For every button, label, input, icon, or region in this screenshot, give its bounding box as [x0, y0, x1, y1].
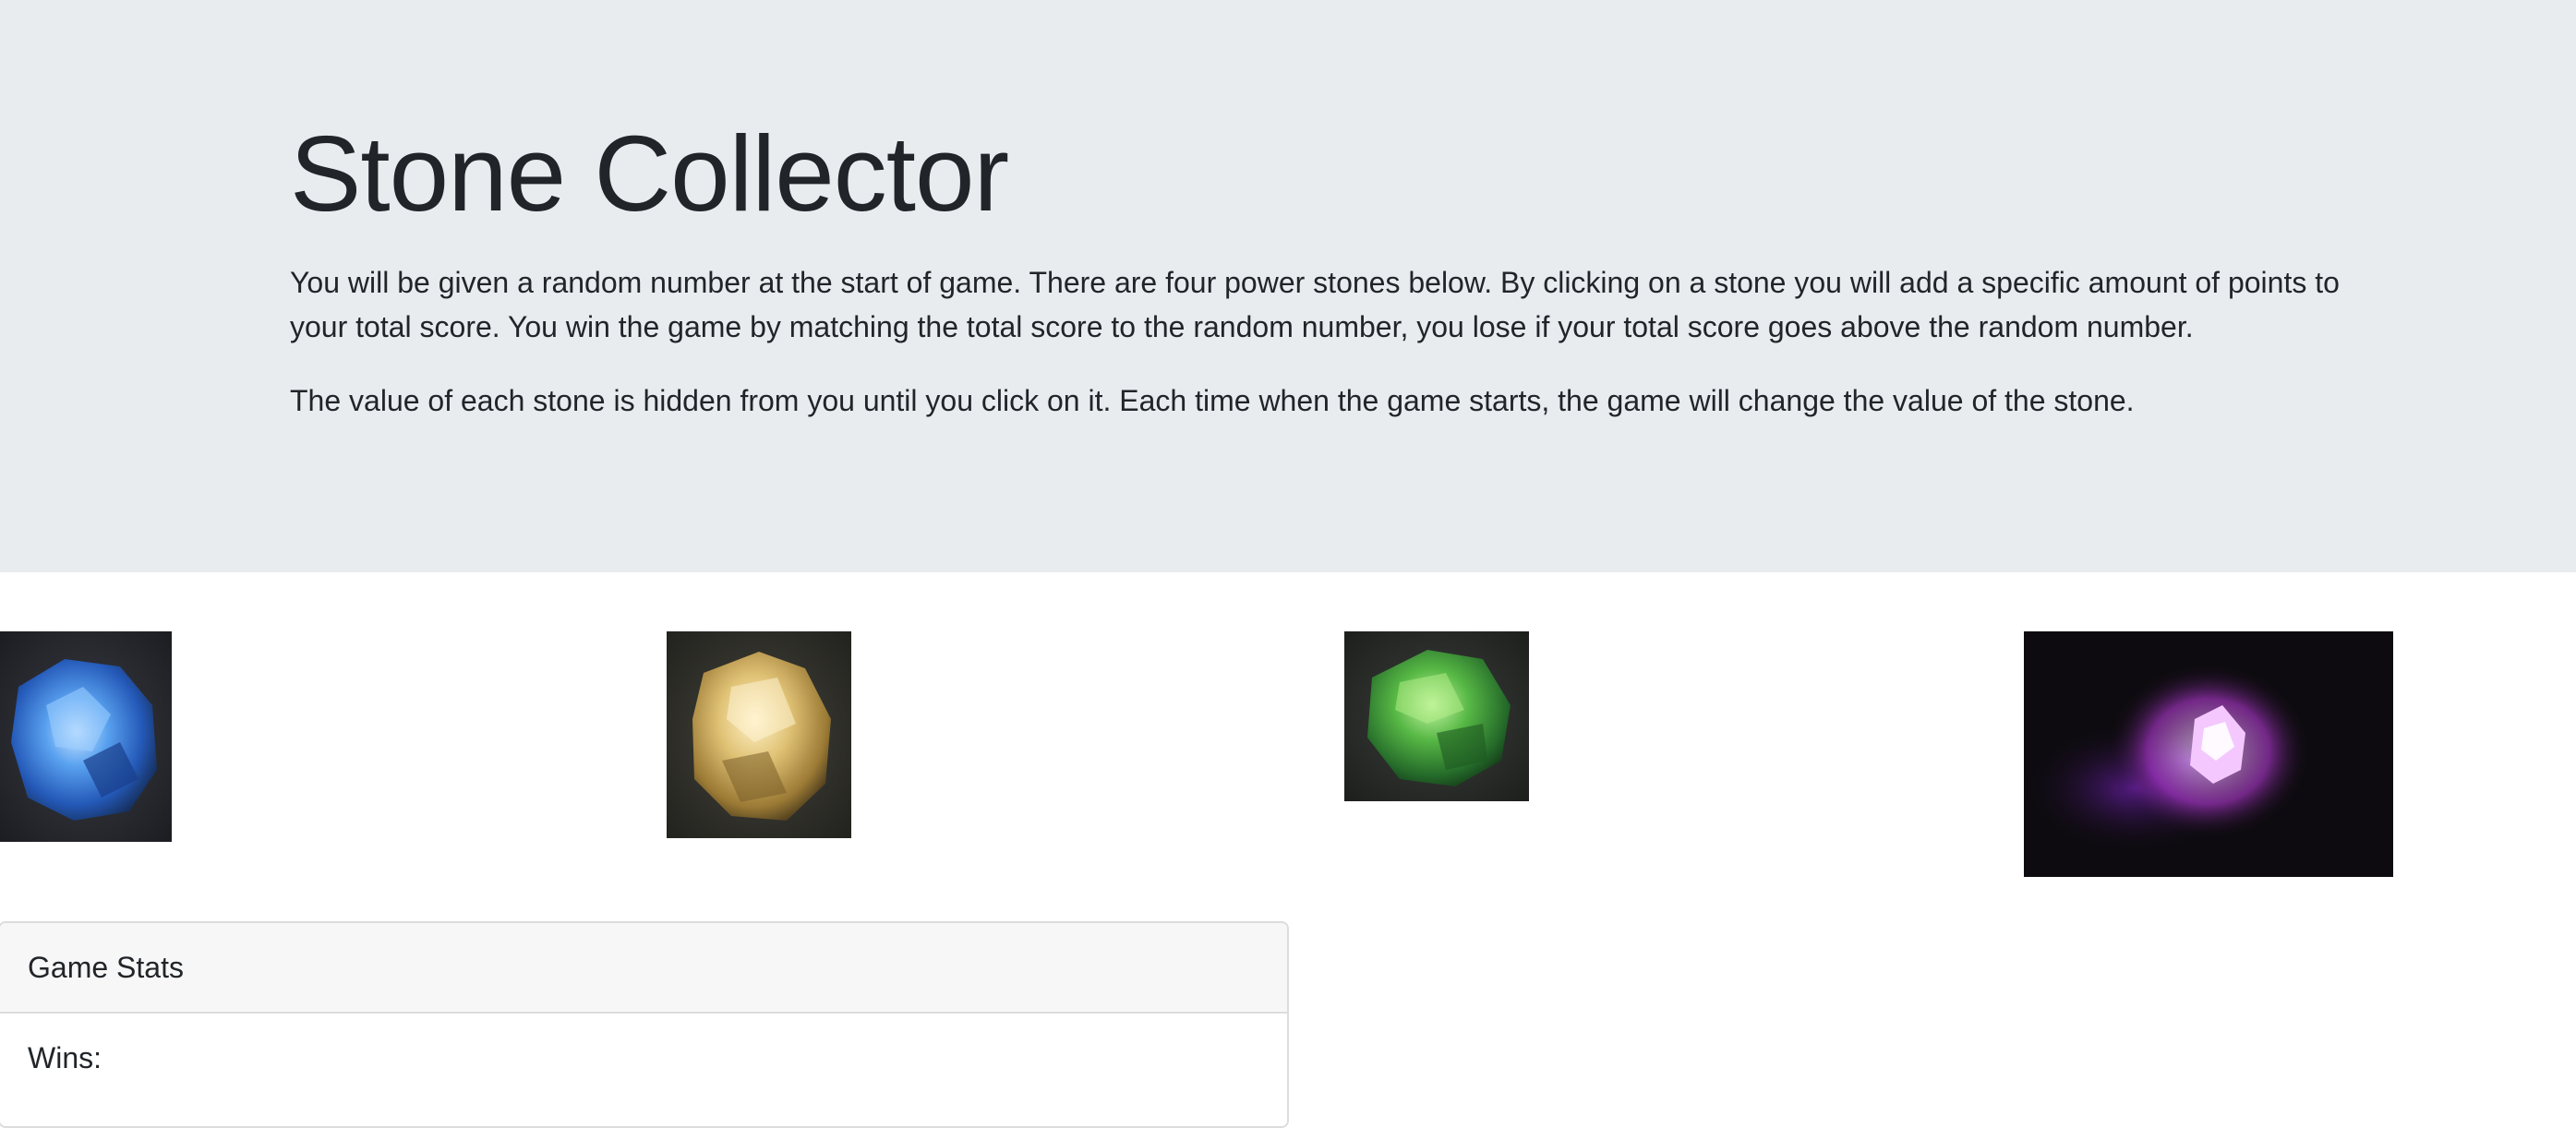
yellow-stone-icon [667, 631, 851, 838]
yellow-stone-button[interactable] [667, 631, 851, 838]
purple-stone-icon [2024, 631, 2393, 877]
header-jumbotron: Stone Collector You will be given a rand… [0, 0, 2576, 572]
hidden-values-paragraph: The value of each stone is hidden from y… [290, 384, 2135, 417]
header-content: Stone Collector You will be given a rand… [290, 109, 2349, 423]
game-stats-body: Wins: [0, 1014, 1287, 1076]
green-stone-icon [1344, 631, 1529, 801]
game-stats-header: Game Stats [0, 923, 1287, 1014]
wins-row: Wins: [28, 1039, 1287, 1076]
page-title: Stone Collector [290, 114, 1009, 234]
game-stats-card: Game Stats Wins: [0, 921, 1289, 1128]
green-stone-button[interactable] [1344, 631, 1529, 801]
instructions-paragraph: You will be given a random number at the… [290, 266, 2340, 343]
purple-stone-button[interactable] [2024, 631, 2393, 877]
wins-label: Wins: [28, 1041, 102, 1074]
blue-stone-button[interactable] [0, 631, 172, 842]
blue-stone-icon [0, 631, 172, 842]
